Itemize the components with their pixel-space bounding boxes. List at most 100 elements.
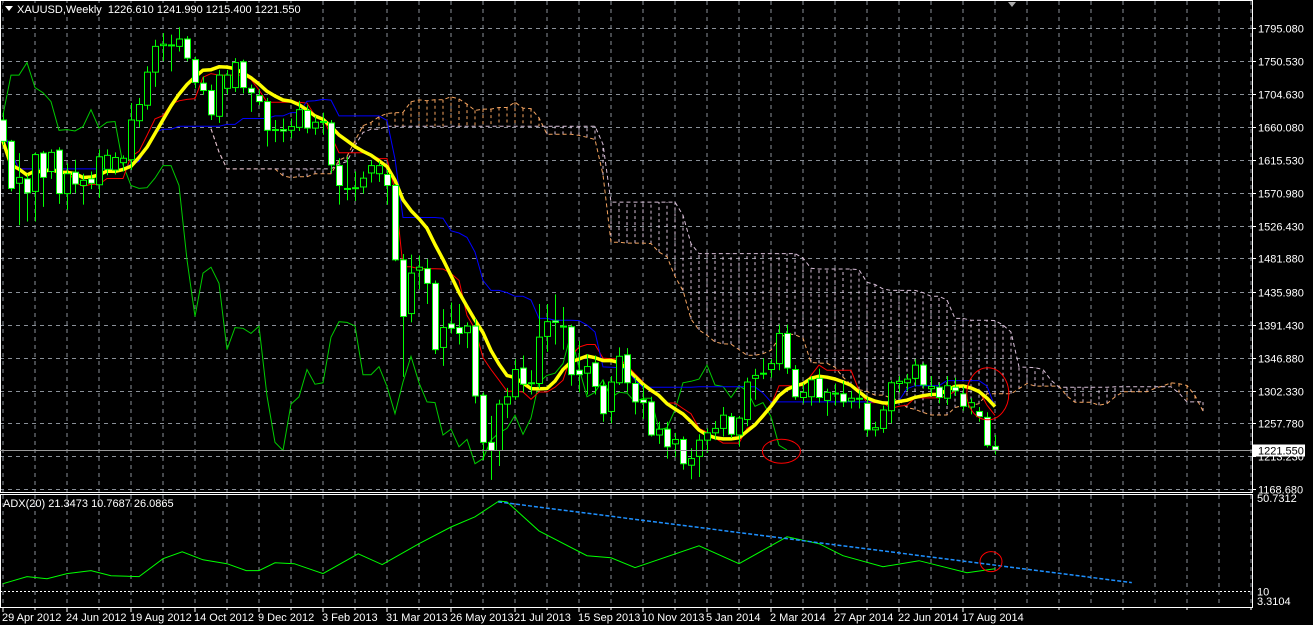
bear-candle	[424, 268, 431, 284]
bear-candle	[576, 369, 583, 376]
adx-pane	[0, 500, 1252, 592]
bear-candle	[984, 416, 991, 446]
bear-candle	[680, 438, 687, 465]
bull-candle	[928, 385, 935, 390]
bear-candle	[40, 152, 47, 178]
bear-candle	[592, 362, 599, 387]
date-axis-label: 19 Aug 2012	[130, 612, 192, 624]
date-axis-label: 24 Jun 2012	[66, 612, 127, 624]
bear-candle	[384, 173, 391, 186]
bear-candle	[920, 364, 927, 386]
bull-candle	[848, 397, 855, 402]
price-axis-label: 1302.330	[1258, 387, 1304, 399]
adx-trendline	[498, 501, 1132, 584]
price-axis-label: 1346.880	[1258, 354, 1304, 366]
price-axis-label: 1750.530	[1258, 57, 1304, 69]
ichimoku-cloud	[210, 96, 1204, 416]
bear-candle	[8, 140, 15, 189]
bull-candle	[896, 380, 903, 385]
bear-candle	[664, 428, 671, 448]
bull-candle	[504, 396, 511, 405]
chart-shift-marker-icon	[1008, 2, 1016, 7]
bull-candle	[48, 151, 55, 173]
bull-candle	[320, 120, 327, 123]
senkou-span-b-line	[210, 125, 1203, 403]
bull-candle	[376, 165, 383, 175]
date-axis-label: 21 Jul 2013	[514, 612, 571, 624]
bull-candle	[832, 392, 839, 395]
bull-candle	[64, 173, 71, 195]
bull-candle	[616, 355, 623, 384]
bear-candle	[448, 323, 455, 329]
symbol-timeframe: XAUUSD,Weekly	[17, 4, 102, 16]
price-axis-label: 1615.530	[1258, 156, 1304, 168]
bear-candle	[248, 87, 255, 94]
bull-candle	[96, 156, 103, 186]
bull-candle	[824, 391, 831, 401]
bull-candle	[464, 325, 471, 334]
bull-candle	[528, 382, 535, 385]
bear-candle	[400, 259, 407, 318]
bull-candle	[440, 327, 447, 348]
bear-candle	[600, 385, 607, 415]
bull-candle	[136, 104, 143, 122]
bull-candle	[608, 381, 615, 412]
adx-values: 21.3473 10.7687 26.0865	[48, 498, 174, 510]
bear-candle	[24, 178, 31, 194]
bear-candle	[256, 95, 263, 103]
bull-candle	[760, 372, 767, 375]
date-axis-label: 31 Mar 2013	[386, 612, 448, 624]
bull-candle	[144, 71, 151, 106]
price-axis-label: 1257.780	[1258, 419, 1304, 431]
bull-candle	[544, 321, 551, 337]
bull-candle	[296, 109, 303, 128]
price-axis-label: 1570.980	[1258, 189, 1304, 201]
bull-candle	[120, 157, 127, 164]
price-axis-label: 1704.630	[1258, 90, 1304, 102]
bear-candle	[640, 399, 647, 404]
chart-canvas[interactable]: 1795.080 1750.530 1704.630 1660.080 1615.530…	[0, 0, 1313, 625]
date-axis-label: 17 Aug 2014	[962, 612, 1024, 624]
bull-candle	[288, 126, 295, 131]
bull-candle	[912, 364, 919, 379]
moving-average-line	[1, 65, 997, 441]
bull-candle	[152, 45, 159, 73]
main-pane-frame	[0, 0, 1253, 493]
bear-candle	[200, 82, 207, 92]
adx-header: ADX(20) 21.3473 10.7687 26.0865	[3, 497, 174, 511]
price-axis-label: 1435.980	[1258, 288, 1304, 300]
bull-candle	[128, 119, 135, 161]
dropdown-triangle-icon[interactable]	[5, 6, 13, 11]
bear-candle	[240, 61, 247, 89]
bear-candle	[648, 401, 655, 436]
adx-axis-label: 50.7312	[1257, 493, 1297, 505]
bull-candle	[688, 458, 695, 466]
bull-candle	[704, 432, 711, 441]
date-axis-label: 2 Mar 2014	[770, 612, 826, 624]
close-value: 1221.550	[254, 4, 301, 16]
bear-candle	[952, 386, 959, 392]
chart-header: XAUUSD,Weekly 1226.610 1241.990 1215.400…	[3, 3, 304, 17]
bear-candle	[816, 377, 823, 398]
bull-candle	[352, 187, 359, 190]
bull-candle	[904, 378, 911, 384]
bear-candle	[992, 445, 999, 451]
bear-candle	[488, 441, 495, 451]
adx-pane-frame	[0, 494, 1253, 608]
bear-candle	[56, 149, 63, 195]
bear-candle	[88, 178, 95, 184]
bull-candle	[344, 187, 351, 190]
bear-candle	[632, 383, 639, 403]
bull-candle	[368, 165, 375, 174]
bear-candle	[792, 369, 799, 398]
bull-candle	[160, 43, 167, 47]
current-price-label: 1221.550	[1258, 446, 1304, 458]
red-circle-annotation	[761, 438, 801, 464]
bull-candle	[512, 369, 519, 398]
open-value: 1226.610	[107, 4, 154, 16]
bull-candle	[776, 332, 783, 365]
bull-candle	[880, 409, 887, 429]
bear-candle	[72, 171, 79, 185]
bear-candle	[728, 416, 735, 435]
bear-candle	[936, 386, 943, 398]
